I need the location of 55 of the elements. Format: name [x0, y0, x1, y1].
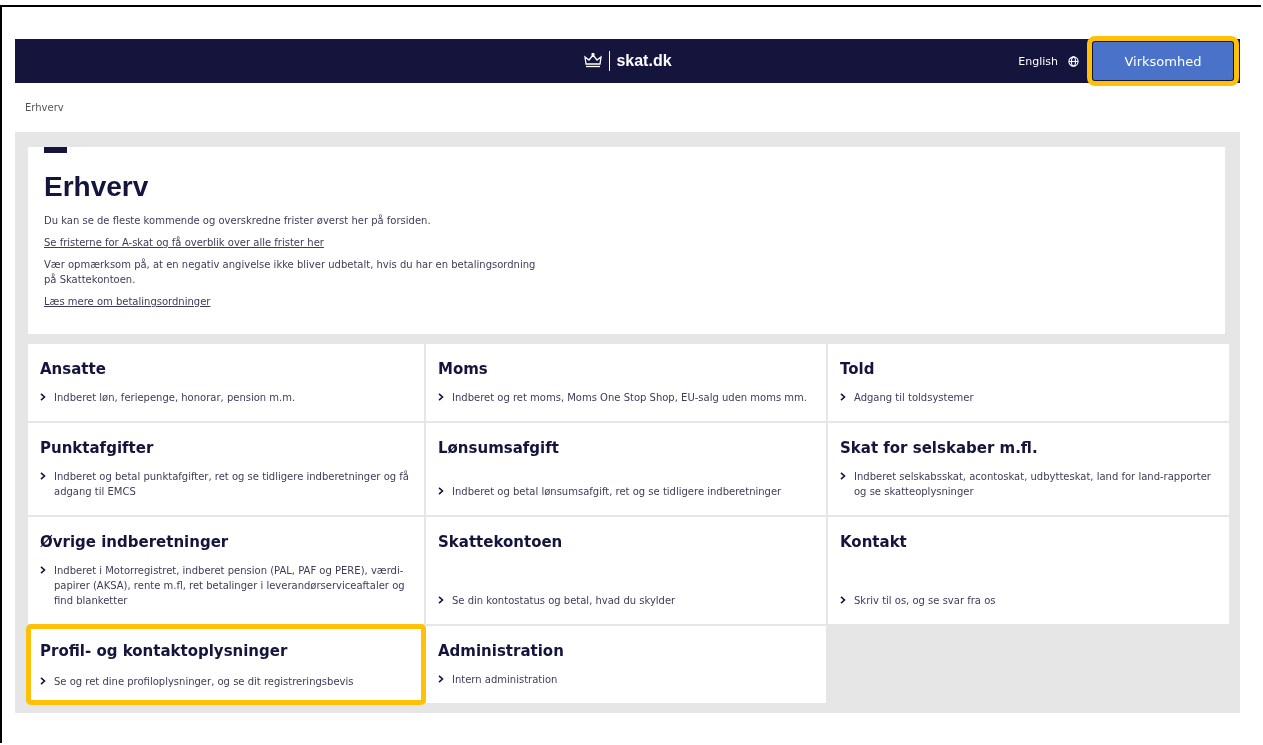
- category-tile[interactable]: Moms Indberet og ret moms, Moms One Stop Shop, EU-salg uden moms mm.: [426, 344, 826, 421]
- category-tile[interactable]: Øvrige indberetninger Indberet i Motorregistret, indberet pension (PAL, PAF og PERE), værdi-papirer (AKSA), rente m.fl, ret betalinger i leverandørserviceaftaler og find blanketter: [28, 517, 424, 624]
- chevron-icon: [40, 677, 46, 685]
- tile-link[interactable]: Indberet og betal punktafgifter, ret og se tidligere indberetninger og få adgang til EMCS: [54, 469, 412, 499]
- category-tile[interactable]: Administration Intern administration: [426, 626, 826, 703]
- chevron-icon: [40, 393, 46, 401]
- tile-title: Moms: [438, 360, 489, 378]
- tile-link[interactable]: Indberet og betal lønsumsafgift, ret og se tidligere indberetninger: [452, 484, 782, 499]
- category-tile[interactable]: Lønsumsafgift Indberet og betal lønsumsafgift, ret og se tidligere indberetninger: [426, 423, 826, 515]
- category-tile[interactable]: Ansatte Indberet løn, feriepenge, honorar, pension m.m.: [28, 344, 424, 421]
- tile-link[interactable]: Indberet løn, feriepenge, honorar, pension m.m.: [54, 390, 296, 405]
- globe-icon[interactable]: [1068, 55, 1079, 67]
- chevron-icon: [40, 566, 46, 574]
- intro-link[interactable]: Se fristerne for A-skat og få overblik over alle frister her: [44, 237, 324, 248]
- accent-bar: [44, 147, 67, 153]
- category-tile[interactable]: Kontakt Skriv til os, og se svar fra os: [828, 517, 1229, 624]
- chevron-icon: [840, 393, 846, 401]
- tile-title: Told: [840, 360, 876, 378]
- chevron-icon: [438, 487, 444, 495]
- breadcrumb-link[interactable]: Erhverv: [25, 102, 64, 113]
- tile-title: Lønsumsafgift: [438, 439, 560, 457]
- tile-title: Profil- og kontaktoplysninger: [40, 642, 289, 660]
- intro-text: Vær opmærksom på, at en negativ angivelse ikke bliver udbetalt, hvis du har en betalingsordning på Skattekontoen.: [44, 257, 537, 287]
- page-title: Erhverv: [44, 171, 150, 203]
- tile-title: Skat for selskaber m.fl.: [840, 439, 1039, 457]
- category-tile[interactable]: Profil- og kontaktoplysninger Se og ret dine profiloplysninger, og se dit registreringsbevis: [28, 626, 424, 703]
- tile-link[interactable]: Indberet selskabsskat, acontoskat, udbytteskat, land for land-rapporter og se skatteoplysninger: [854, 469, 1217, 499]
- chevron-icon: [438, 675, 444, 683]
- tile-link[interactable]: Se og ret dine profiloplysninger, og se dit registreringsbevis: [54, 674, 354, 689]
- chevron-icon: [840, 596, 846, 604]
- chevron-icon: [840, 472, 846, 480]
- language-link[interactable]: English: [1018, 54, 1058, 68]
- intro-link[interactable]: Læs mere om betalingsordninger: [44, 296, 211, 307]
- tile-link[interactable]: Adgang til toldsystemer: [854, 390, 974, 405]
- tile-title: Kontakt: [840, 533, 908, 551]
- tile-link[interactable]: Indberet i Motorregistret, indberet pension (PAL, PAF og PERE), værdi-papirer (AKSA), rente m.fl, ret betalinger i leverandørserviceaftaler og find blanketter: [54, 563, 412, 608]
- tile-link[interactable]: Skriv til os, og se svar fra os: [854, 593, 996, 608]
- tile-title: Øvrige indberetninger: [40, 533, 230, 551]
- intro-text: Du kan se de fleste kommende og overskredne frister øverst her på forsiden.: [44, 213, 432, 228]
- tile-link[interactable]: Indberet og ret moms, Moms One Stop Shop, EU-salg uden moms mm.: [452, 390, 807, 405]
- category-tile[interactable]: Told Adgang til toldsystemer: [828, 344, 1229, 421]
- tile-title: Skattekontoen: [438, 533, 564, 551]
- site-logo[interactable]: skat.dk: [616, 52, 672, 70]
- crown-icon: [583, 53, 604, 69]
- tile-link[interactable]: Se din kontostatus og betal, hvad du skylder: [452, 593, 676, 608]
- category-tile[interactable]: Skattekontoen Se din kontostatus og betal, hvad du skylder: [426, 517, 826, 624]
- tile-title: Administration: [438, 642, 565, 660]
- category-tile[interactable]: Skat for selskaber m.fl. Indberet selskabsskat, acontoskat, udbytteskat, land for land-rapporter og se skatteoplysninger: [828, 423, 1229, 515]
- tile-title: Punktafgifter: [40, 439, 155, 457]
- tile-link[interactable]: Intern administration: [452, 672, 558, 687]
- chevron-icon: [40, 472, 46, 480]
- tile-title: Ansatte: [40, 360, 107, 378]
- chevron-icon: [438, 393, 444, 401]
- category-tile[interactable]: Punktafgifter Indberet og betal punktafgifter, ret og se tidligere indberetninger og få adgang til EMCS: [28, 423, 424, 515]
- chevron-icon: [438, 596, 444, 604]
